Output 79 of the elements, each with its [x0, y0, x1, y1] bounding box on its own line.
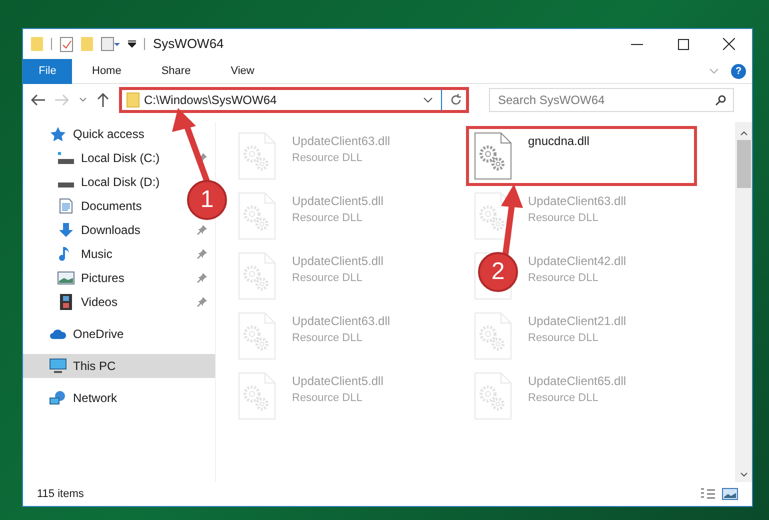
- nav-label: Local Disk (C:): [81, 150, 160, 167]
- file-name[interactable]: gnucdna.dll: [528, 132, 590, 150]
- chevron-down-icon[interactable]: [423, 97, 433, 103]
- file-type: Resource DLL: [292, 391, 364, 406]
- dll-file-icon: [238, 252, 276, 300]
- picture-icon: [57, 270, 75, 286]
- nav-item[interactable]: Videos: [23, 290, 215, 314]
- ribbon-tab[interactable]: File: [23, 58, 72, 84]
- file-type: Resource DLL: [292, 271, 364, 286]
- refresh-icon[interactable]: [450, 94, 462, 106]
- file-type: Resource DLL: [528, 211, 600, 226]
- nav-label: Local Disk (D:): [81, 174, 160, 191]
- dll-file-icon: [238, 372, 276, 420]
- file-type: Resource DLL: [292, 331, 364, 346]
- nav-item[interactable]: This PC: [23, 354, 215, 378]
- star-icon: [49, 126, 67, 142]
- view-options-icon[interactable]: [101, 37, 120, 51]
- chevron-down-icon[interactable]: [79, 97, 87, 103]
- dll-file-icon: [474, 372, 512, 420]
- scroll-up-icon[interactable]: [740, 130, 748, 136]
- drive-icon: [57, 182, 75, 188]
- back-arrow-icon[interactable]: [31, 94, 45, 106]
- dll-file-icon: [238, 192, 276, 240]
- nav-item[interactable]: OneDrive: [23, 322, 215, 346]
- nav-label: Quick access: [73, 126, 144, 143]
- dll-file-icon: [474, 312, 512, 360]
- help-button[interactable]: ?: [731, 64, 746, 78]
- folder-icon: [126, 92, 140, 108]
- file-type: Resource DLL: [528, 331, 600, 346]
- maximize-icon: [678, 38, 688, 50]
- file-type: Resource DLL: [292, 211, 364, 226]
- address-bar[interactable]: C:\Windows\SysWOW64: [119, 87, 469, 113]
- scrollbar-thumb[interactable]: [736, 140, 750, 188]
- close-icon: [723, 38, 735, 50]
- up-arrow-icon[interactable]: [97, 93, 109, 107]
- dll-file-icon: [238, 132, 276, 180]
- film-icon: [57, 294, 75, 310]
- highlighted-file-item[interactable]: gnucdna.dll: [466, 126, 697, 186]
- nav-label: Documents: [81, 198, 142, 215]
- search-field[interactable]: Search SysWOW64: [489, 88, 734, 112]
- address-path: C:\Windows\SysWOW64: [144, 92, 278, 109]
- nav-label: Downloads: [81, 222, 140, 239]
- monitor-icon: [49, 358, 67, 374]
- ribbon-tab[interactable]: Home: [72, 58, 142, 84]
- chevron-down-icon: [709, 68, 719, 74]
- document-icon: [57, 198, 75, 214]
- nav-label: Pictures: [81, 270, 124, 287]
- item-count: 115 items: [37, 486, 84, 502]
- nav-item[interactable]: Local Disk (C:): [23, 146, 215, 170]
- search-icon: [715, 95, 726, 106]
- scroll-down-icon[interactable]: [740, 472, 748, 478]
- details-view-icon[interactable]: [700, 488, 716, 500]
- dll-file-icon: [238, 312, 276, 360]
- nav-label: Network: [73, 390, 118, 407]
- nav-label: This PC: [73, 358, 116, 375]
- nav-item[interactable]: Downloads: [23, 218, 215, 242]
- large-icons-view-icon[interactable]: [722, 488, 738, 500]
- nav-item[interactable]: Pictures: [23, 266, 215, 290]
- nav-item[interactable]: Quick access: [23, 122, 215, 146]
- scrollbar[interactable]: [735, 122, 752, 482]
- customize-toolbar-icon[interactable]: [128, 40, 136, 48]
- download-arrow-icon: [57, 222, 75, 238]
- nav-label: Music: [81, 246, 112, 263]
- drive-icon: [57, 152, 75, 164]
- network-icon: [49, 390, 67, 406]
- ribbon-tab[interactable]: Share: [141, 58, 211, 84]
- window-title: SysWOW64: [153, 35, 224, 54]
- nav-item[interactable]: Network: [23, 386, 215, 410]
- file-type: Resource DLL: [528, 391, 600, 406]
- file-type: Resource DLL: [292, 151, 364, 166]
- properties-checklist-icon[interactable]: [60, 36, 73, 52]
- nav-item[interactable]: Local Disk (D:): [23, 170, 168, 194]
- nav-item[interactable]: Documents: [23, 194, 150, 218]
- nav-label: OneDrive: [73, 326, 124, 343]
- file-type: Resource DLL: [528, 271, 600, 286]
- dll-file-icon: [474, 132, 512, 180]
- nav-item[interactable]: Music: [23, 242, 215, 266]
- nav-label: Videos: [81, 294, 118, 311]
- ribbon-tab[interactable]: View: [210, 58, 274, 84]
